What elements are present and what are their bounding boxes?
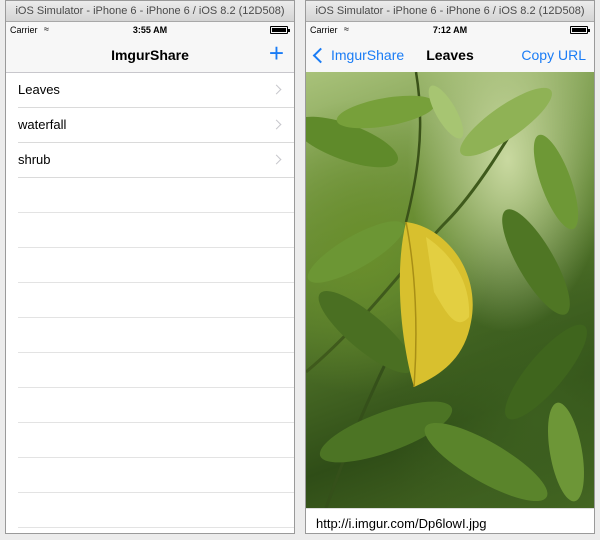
status-time: 7:12 AM: [432, 25, 468, 35]
status-bar: Carrier ≈ 3:55 AM: [6, 22, 294, 38]
battery-icon: [570, 26, 590, 34]
empty-row: [18, 423, 294, 458]
chevron-right-icon: [271, 154, 282, 165]
simulator-window-right: iOS Simulator - iPhone 6 - iPhone 6 / iO…: [305, 0, 595, 534]
list-item-label: Leaves: [18, 82, 60, 97]
empty-row: [18, 283, 294, 318]
simulator-window-left: iOS Simulator - iPhone 6 - iPhone 6 / iO…: [5, 0, 295, 534]
album-list: Leaves waterfall shrub: [6, 73, 294, 533]
image-url-text: http://i.imgur.com/Dp6lowI.jpg: [316, 516, 487, 531]
status-bar: Carrier ≈ 7:12 AM: [306, 22, 594, 38]
add-button[interactable]: +: [269, 40, 284, 66]
empty-row: [18, 388, 294, 423]
empty-row: [18, 528, 294, 533]
window-title: iOS Simulator - iPhone 6 - iPhone 6 / iO…: [6, 1, 294, 22]
empty-row: [18, 178, 294, 213]
navigation-bar: ImgurShare Leaves Copy URL: [306, 38, 594, 73]
leaves-photo: [306, 72, 594, 508]
leaves-illustration: [306, 72, 587, 508]
battery-icon: [270, 26, 290, 34]
empty-row: [18, 318, 294, 353]
image-url-label: http://i.imgur.com/Dp6lowI.jpg: [306, 508, 594, 533]
list-item-label: shrub: [18, 152, 51, 167]
empty-row: [18, 458, 294, 493]
list-item[interactable]: shrub: [18, 143, 294, 178]
empty-row: [18, 248, 294, 283]
empty-row: [18, 213, 294, 248]
list-item-label: waterfall: [18, 117, 67, 132]
chevron-right-icon: [271, 84, 282, 95]
chevron-right-icon: [271, 119, 282, 130]
navigation-bar: ImgurShare +: [6, 38, 294, 73]
nav-title: ImgurShare: [111, 47, 189, 63]
window-title: iOS Simulator - iPhone 6 - iPhone 6 / iO…: [306, 1, 594, 22]
empty-row: [18, 353, 294, 388]
list-item[interactable]: waterfall: [18, 108, 294, 143]
copy-url-button[interactable]: Copy URL: [521, 47, 586, 63]
status-time: 3:55 AM: [132, 25, 168, 35]
list-item[interactable]: Leaves: [18, 73, 294, 108]
empty-row: [18, 493, 294, 528]
